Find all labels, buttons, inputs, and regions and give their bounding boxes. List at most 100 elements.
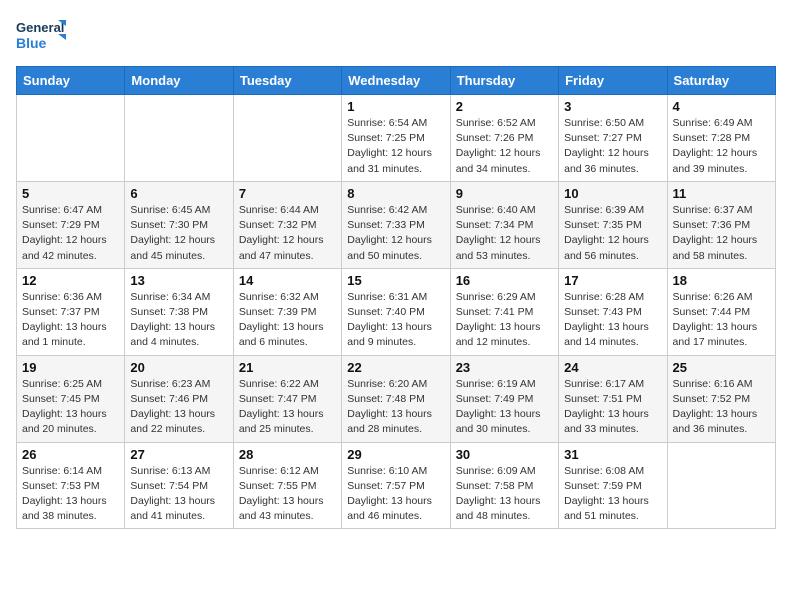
day-header-sunday: Sunday	[17, 67, 125, 95]
calendar-cell: 20 Sunrise: 6:23 AMSunset: 7:46 PMDayligh…	[125, 355, 233, 442]
calendar-cell	[125, 95, 233, 182]
day-info: Sunrise: 6:40 AMSunset: 7:34 PMDaylight:…	[456, 203, 553, 264]
day-info: Sunrise: 6:20 AMSunset: 7:48 PMDaylight:…	[347, 377, 444, 438]
logo: General Blue	[16, 16, 66, 58]
calendar-cell: 28 Sunrise: 6:12 AMSunset: 7:55 PMDayligh…	[233, 442, 341, 529]
day-info: Sunrise: 6:37 AMSunset: 7:36 PMDaylight:…	[673, 203, 770, 264]
day-info: Sunrise: 6:25 AMSunset: 7:45 PMDaylight:…	[22, 377, 119, 438]
day-number: 22	[347, 360, 444, 375]
calendar-week-row: 26 Sunrise: 6:14 AMSunset: 7:53 PMDayligh…	[17, 442, 776, 529]
day-header-monday: Monday	[125, 67, 233, 95]
day-number: 10	[564, 186, 661, 201]
calendar-cell: 23 Sunrise: 6:19 AMSunset: 7:49 PMDayligh…	[450, 355, 558, 442]
day-number: 4	[673, 99, 770, 114]
day-info: Sunrise: 6:09 AMSunset: 7:58 PMDaylight:…	[456, 464, 553, 525]
logo-svg: General Blue	[16, 16, 66, 58]
day-header-friday: Friday	[559, 67, 667, 95]
day-info: Sunrise: 6:50 AMSunset: 7:27 PMDaylight:…	[564, 116, 661, 177]
day-number: 5	[22, 186, 119, 201]
calendar-cell: 12 Sunrise: 6:36 AMSunset: 7:37 PMDayligh…	[17, 268, 125, 355]
calendar-cell	[17, 95, 125, 182]
day-number: 13	[130, 273, 227, 288]
calendar-cell	[667, 442, 775, 529]
page-header: General Blue	[16, 16, 776, 58]
calendar-cell: 6Sunrise: 6:45 AMSunset: 7:30 PMDaylight…	[125, 181, 233, 268]
day-number: 23	[456, 360, 553, 375]
day-info: Sunrise: 6:52 AMSunset: 7:26 PMDaylight:…	[456, 116, 553, 177]
day-number: 20	[130, 360, 227, 375]
calendar-cell: 21 Sunrise: 6:22 AMSunset: 7:47 PMDayligh…	[233, 355, 341, 442]
calendar-week-row: 5 Sunrise: 6:47 AMSunset: 7:29 PMDaylight…	[17, 181, 776, 268]
day-number: 17	[564, 273, 661, 288]
day-number: 30	[456, 447, 553, 462]
day-info: Sunrise: 6:28 AMSunset: 7:43 PMDaylight:…	[564, 290, 661, 351]
calendar-cell: 10 Sunrise: 6:39 AMSunset: 7:35 PMDayligh…	[559, 181, 667, 268]
svg-text:Blue: Blue	[16, 35, 47, 51]
day-info: Sunrise: 6:39 AMSunset: 7:35 PMDaylight:…	[564, 203, 661, 264]
day-info: Sunrise: 6:16 AMSunset: 7:52 PMDaylight:…	[673, 377, 770, 438]
calendar-cell: 22 Sunrise: 6:20 AMSunset: 7:48 PMDayligh…	[342, 355, 450, 442]
calendar-cell: 4 Sunrise: 6:49 AMSunset: 7:28 PMDaylight…	[667, 95, 775, 182]
calendar-cell: 17 Sunrise: 6:28 AMSunset: 7:43 PMDayligh…	[559, 268, 667, 355]
day-number: 7	[239, 186, 336, 201]
day-number: 3	[564, 99, 661, 114]
day-header-thursday: Thursday	[450, 67, 558, 95]
day-number: 14	[239, 273, 336, 288]
day-info: Sunrise: 6:12 AMSunset: 7:55 PMDaylight:…	[239, 464, 336, 525]
calendar-cell: 18Sunrise: 6:26 AMSunset: 7:44 PMDayligh…	[667, 268, 775, 355]
day-info: Sunrise: 6:36 AMSunset: 7:37 PMDaylight:…	[22, 290, 119, 351]
day-number: 24	[564, 360, 661, 375]
day-info: Sunrise: 6:47 AMSunset: 7:29 PMDaylight:…	[22, 203, 119, 264]
day-number: 27	[130, 447, 227, 462]
calendar-cell: 5 Sunrise: 6:47 AMSunset: 7:29 PMDaylight…	[17, 181, 125, 268]
day-number: 1	[347, 99, 444, 114]
svg-text:General: General	[16, 20, 64, 35]
day-header-saturday: Saturday	[667, 67, 775, 95]
day-info: Sunrise: 6:19 AMSunset: 7:49 PMDaylight:…	[456, 377, 553, 438]
day-info: Sunrise: 6:14 AMSunset: 7:53 PMDaylight:…	[22, 464, 119, 525]
day-number: 19	[22, 360, 119, 375]
calendar-cell	[233, 95, 341, 182]
calendar-cell: 16Sunrise: 6:29 AMSunset: 7:41 PMDayligh…	[450, 268, 558, 355]
calendar-cell: 29Sunrise: 6:10 AMSunset: 7:57 PMDayligh…	[342, 442, 450, 529]
calendar-cell: 24 Sunrise: 6:17 AMSunset: 7:51 PMDayligh…	[559, 355, 667, 442]
calendar-cell: 30 Sunrise: 6:09 AMSunset: 7:58 PMDayligh…	[450, 442, 558, 529]
calendar-cell: 3 Sunrise: 6:50 AMSunset: 7:27 PMDaylight…	[559, 95, 667, 182]
day-number: 26	[22, 447, 119, 462]
day-number: 11	[673, 186, 770, 201]
day-number: 31	[564, 447, 661, 462]
day-info: Sunrise: 6:26 AMSunset: 7:44 PMDaylight:…	[673, 290, 770, 351]
calendar-cell: 26 Sunrise: 6:14 AMSunset: 7:53 PMDayligh…	[17, 442, 125, 529]
calendar-cell: 8 Sunrise: 6:42 AMSunset: 7:33 PMDaylight…	[342, 181, 450, 268]
day-number: 28	[239, 447, 336, 462]
day-number: 16	[456, 273, 553, 288]
day-info: Sunrise: 6:42 AMSunset: 7:33 PMDaylight:…	[347, 203, 444, 264]
day-header-wednesday: Wednesday	[342, 67, 450, 95]
day-info: Sunrise: 6:31 AMSunset: 7:40 PMDaylight:…	[347, 290, 444, 351]
calendar-cell: 19 Sunrise: 6:25 AMSunset: 7:45 PMDayligh…	[17, 355, 125, 442]
day-info: Sunrise: 6:34 AMSunset: 7:38 PMDaylight:…	[130, 290, 227, 351]
day-number: 29	[347, 447, 444, 462]
day-number: 21	[239, 360, 336, 375]
day-info: Sunrise: 6:54 AMSunset: 7:25 PMDaylight:…	[347, 116, 444, 177]
day-header-tuesday: Tuesday	[233, 67, 341, 95]
calendar-cell: 14Sunrise: 6:32 AMSunset: 7:39 PMDayligh…	[233, 268, 341, 355]
day-info: Sunrise: 6:22 AMSunset: 7:47 PMDaylight:…	[239, 377, 336, 438]
calendar-cell: 1 Sunrise: 6:54 AMSunset: 7:25 PMDaylight…	[342, 95, 450, 182]
calendar-cell: 15 Sunrise: 6:31 AMSunset: 7:40 PMDayligh…	[342, 268, 450, 355]
calendar-cell: 25 Sunrise: 6:16 AMSunset: 7:52 PMDayligh…	[667, 355, 775, 442]
calendar-cell: 11 Sunrise: 6:37 AMSunset: 7:36 PMDayligh…	[667, 181, 775, 268]
day-info: Sunrise: 6:49 AMSunset: 7:28 PMDaylight:…	[673, 116, 770, 177]
calendar-week-row: 19 Sunrise: 6:25 AMSunset: 7:45 PMDayligh…	[17, 355, 776, 442]
calendar-cell: 27Sunrise: 6:13 AMSunset: 7:54 PMDayligh…	[125, 442, 233, 529]
day-info: Sunrise: 6:17 AMSunset: 7:51 PMDaylight:…	[564, 377, 661, 438]
day-number: 2	[456, 99, 553, 114]
day-info: Sunrise: 6:23 AMSunset: 7:46 PMDaylight:…	[130, 377, 227, 438]
day-number: 25	[673, 360, 770, 375]
day-number: 8	[347, 186, 444, 201]
day-number: 12	[22, 273, 119, 288]
calendar-header-row: SundayMondayTuesdayWednesdayThursdayFrid…	[17, 67, 776, 95]
calendar-cell: 2 Sunrise: 6:52 AMSunset: 7:26 PMDaylight…	[450, 95, 558, 182]
day-info: Sunrise: 6:45 AMSunset: 7:30 PMDaylight:…	[130, 203, 227, 264]
day-number: 15	[347, 273, 444, 288]
